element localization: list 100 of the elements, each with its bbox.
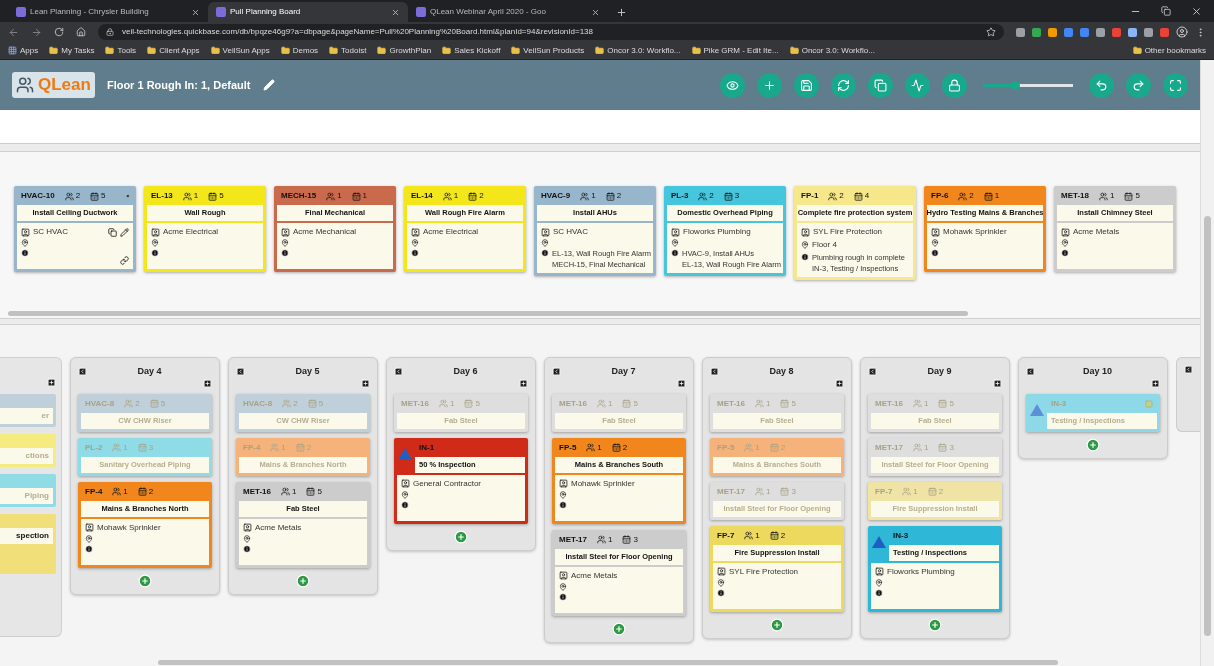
link-icon[interactable] (120, 256, 129, 265)
people-icon (755, 487, 764, 496)
card-id: FP-1 (801, 190, 819, 202)
bookmark-link[interactable]: Sales Kickoff (442, 44, 501, 57)
collapse-left-icon[interactable] (552, 367, 561, 377)
new-tab-icon[interactable] (616, 7, 627, 18)
edit-icon[interactable] (120, 227, 129, 237)
redo-button[interactable] (1126, 72, 1151, 98)
add-square-icon[interactable] (203, 378, 212, 388)
location-icon (281, 239, 289, 247)
card-id: IN-3 (893, 529, 909, 542)
people-icon (281, 487, 290, 496)
bookmark-link[interactable]: Other bookmarks (1132, 44, 1206, 57)
horizontal-scrollbar[interactable] (158, 659, 1058, 665)
vertical-scrollbar[interactable] (1204, 216, 1211, 636)
collapse-left-icon[interactable] (394, 367, 403, 377)
fullscreen-button[interactable] (1163, 72, 1188, 98)
add-card-button[interactable] (296, 573, 310, 588)
refresh-button[interactable] (831, 72, 856, 98)
info-icon (281, 249, 289, 257)
browser-tab[interactable]: Lean Planning - Chrysler Building (8, 2, 208, 22)
collapse-left-icon[interactable] (78, 367, 87, 377)
people-count: 1 (597, 441, 602, 454)
undo-button[interactable] (1089, 72, 1114, 98)
bookmark-link[interactable]: Demos (280, 44, 319, 57)
back-icon[interactable] (8, 26, 19, 38)
add-card-button[interactable] (138, 573, 152, 588)
bookmark-link[interactable]: My Tasks (49, 44, 95, 57)
add-square-icon[interactable] (835, 378, 844, 388)
slider-thumb[interactable] (1010, 80, 1020, 90)
zoom-slider[interactable] (983, 83, 1073, 87)
horizontal-scrollbar[interactable] (8, 310, 968, 316)
bookmark-link[interactable]: Client Apps (147, 44, 200, 57)
duration-days: 5 (791, 397, 796, 410)
calendar-icon (306, 487, 316, 496)
folder-icon (147, 46, 157, 55)
bookmark-link[interactable]: Todoist (329, 44, 367, 57)
add-square-icon[interactable] (519, 378, 528, 388)
save-button[interactable] (794, 72, 819, 98)
browser-tab[interactable]: Pull Planning Board (208, 2, 408, 22)
edit-title-icon[interactable] (262, 79, 275, 91)
folder-icon (595, 46, 605, 55)
people-count: 1 (755, 529, 760, 542)
collapse-left-icon[interactable] (868, 367, 877, 377)
collapse-left-icon[interactable] (1026, 367, 1035, 377)
collapse-left-icon[interactable] (236, 367, 245, 377)
close-tab-icon[interactable] (391, 7, 400, 17)
close-icon[interactable] (1191, 6, 1202, 17)
folder-icon (377, 46, 387, 55)
bookmark-link[interactable]: Pike GRM - Edit Ite... (691, 44, 779, 57)
add-card-button[interactable] (928, 617, 942, 632)
add-square-icon[interactable] (47, 378, 56, 387)
bookmark-link[interactable]: VeilSun Apps (210, 44, 270, 57)
restore-icon[interactable] (1161, 6, 1171, 16)
calendar-icon (938, 399, 948, 408)
company-name: Acme Mechanical (293, 226, 357, 238)
view-button[interactable] (720, 72, 745, 98)
location-icon (559, 582, 567, 591)
add-card-button[interactable] (770, 617, 784, 632)
bookmark-link[interactable]: Oncor 3.0: Workflo... (789, 44, 875, 57)
copy-icon[interactable] (108, 227, 117, 237)
contact-icon (281, 227, 290, 237)
task-title: ctions (25, 450, 49, 462)
reload-icon[interactable] (54, 27, 64, 37)
task-card[interactable]: spection (0, 514, 56, 574)
add-square-icon[interactable] (993, 378, 1002, 388)
add-card-button[interactable] (454, 529, 468, 544)
bookmark-link[interactable]: VeilSun Products (511, 44, 585, 57)
company-name: General Contractor (413, 477, 482, 490)
redo-icon (1132, 78, 1145, 92)
contact-icon (541, 227, 550, 237)
add-card-button[interactable] (1086, 437, 1100, 452)
add-square-icon[interactable] (677, 378, 686, 388)
bookmark-link[interactable]: Oncor 3.0: Workflo... (595, 44, 681, 57)
undo-icon (1095, 78, 1108, 92)
duration-days: 5 (101, 190, 106, 202)
address-field[interactable]: veil-technologies.quickbase.com/db/bpqze46g9?a=dbpage&pageName=Pull%20Planning%20Board.html&planId=94&revisionId=138 (98, 24, 1004, 40)
contact-icon (559, 479, 568, 488)
bookmark-link[interactable]: GrowthPlan (377, 44, 432, 57)
duration-days: 1 (362, 190, 368, 202)
add-button[interactable] (757, 72, 782, 98)
close-tab-icon[interactable] (191, 7, 200, 17)
add-card-button[interactable] (612, 621, 626, 636)
add-square-icon[interactable] (1151, 378, 1160, 388)
browser-tab[interactable]: QLean Webinar April 2020 - Goo (408, 2, 608, 22)
chart-button[interactable] (905, 72, 930, 98)
company-name: Acme Metals (571, 569, 618, 582)
forward-icon[interactable] (31, 26, 42, 38)
add-square-icon[interactable] (361, 378, 370, 388)
bookmark-link[interactable]: Apps (20, 44, 39, 57)
bookmark-star-icon[interactable] (986, 27, 996, 37)
lock-button[interactable] (942, 72, 967, 98)
copy-button[interactable] (868, 72, 893, 98)
collapse-left-icon[interactable] (710, 367, 719, 377)
card-id: EL-13 (151, 190, 173, 202)
close-tab-icon[interactable] (591, 7, 600, 17)
profile-icon[interactable] (1176, 26, 1188, 38)
bookmark-link[interactable]: Tools (105, 44, 137, 57)
home-icon[interactable] (76, 27, 86, 37)
collapse-left-icon[interactable] (1184, 365, 1193, 374)
